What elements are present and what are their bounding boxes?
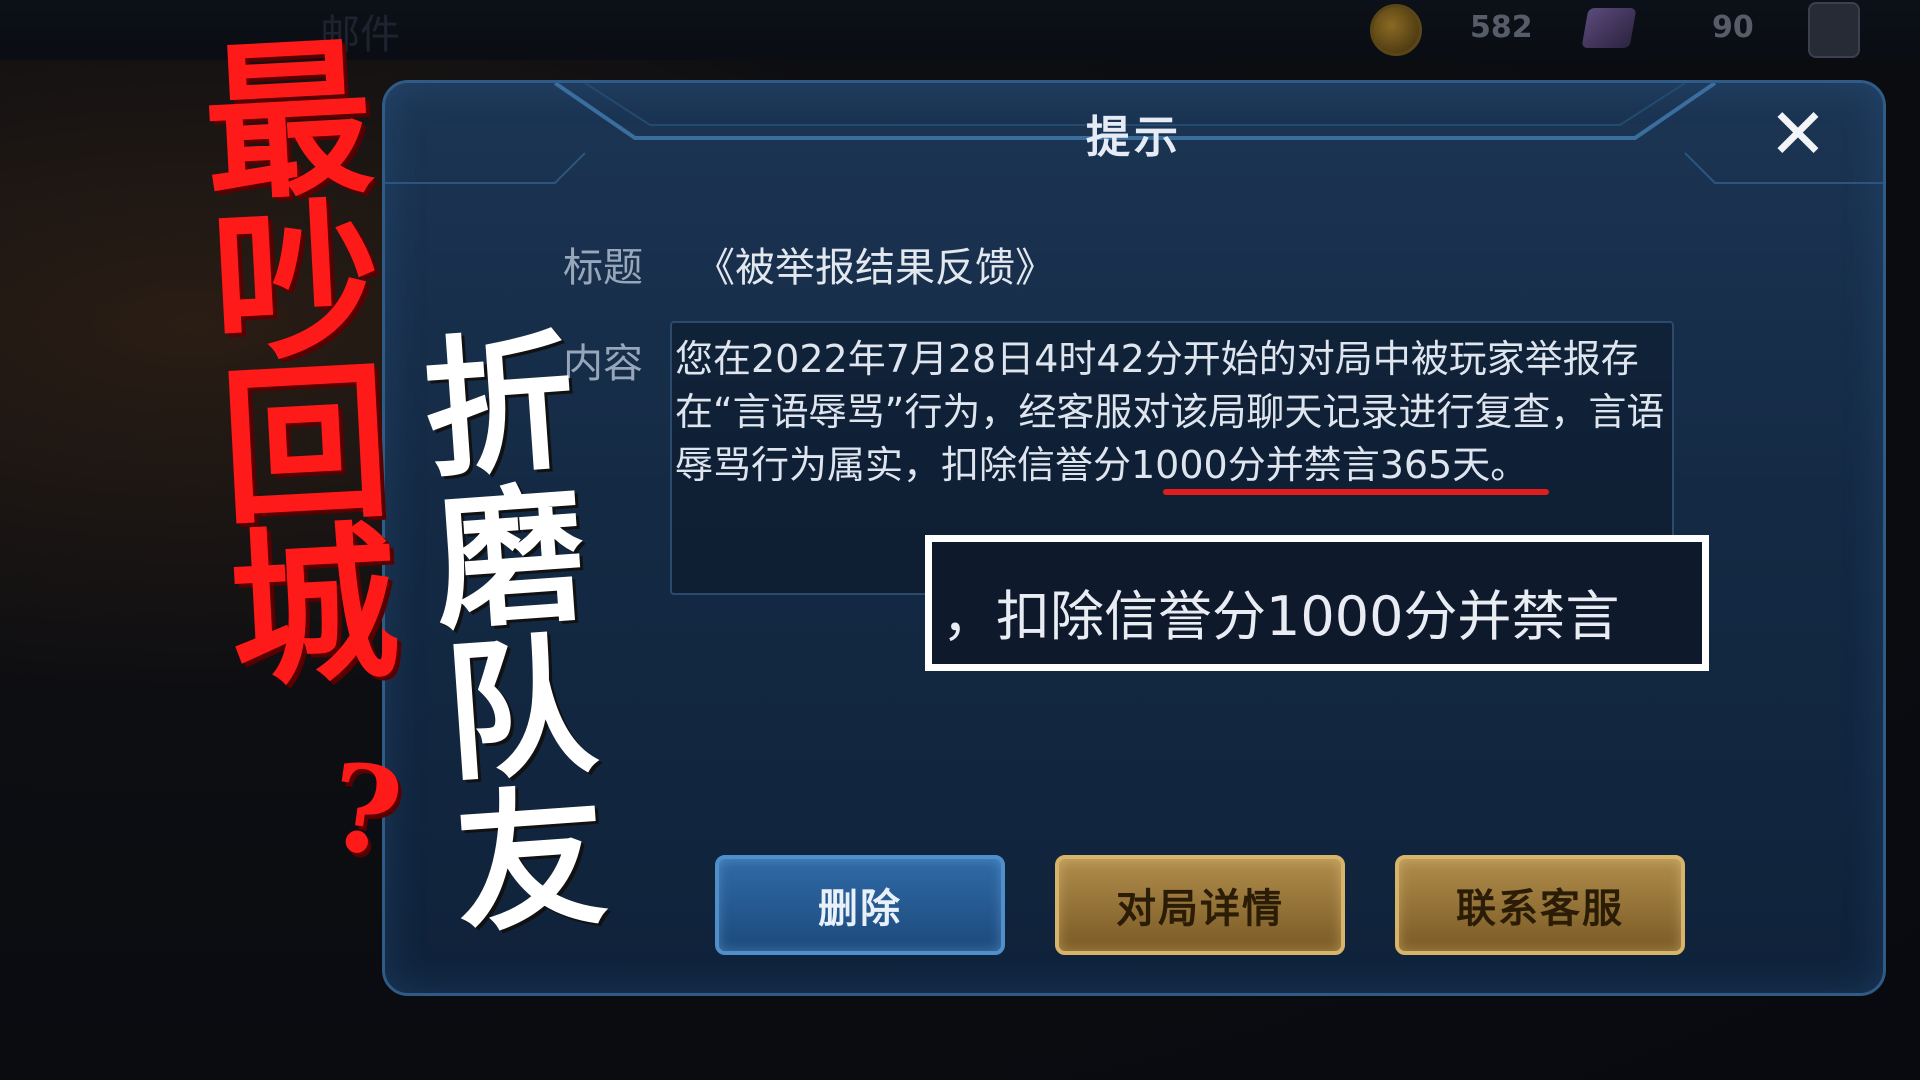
gem-count: 90 <box>1712 10 1754 45</box>
close-button[interactable]: ✕ <box>1763 99 1833 169</box>
dialog-header: 提示 ✕ <box>385 83 1883 184</box>
subject-value: 《被举报结果反馈》 <box>695 245 1055 291</box>
delete-button[interactable]: 删除 <box>715 855 1005 955</box>
coin-count: 582 <box>1470 10 1533 45</box>
card-icon[interactable] <box>1808 2 1860 58</box>
gem-icon <box>1581 8 1637 48</box>
red-underline-annotation <box>1163 489 1549 495</box>
zoom-highlight-box: ，扣除信誉分1000分并禁言 <box>925 535 1709 671</box>
match-details-button[interactable]: 对局详情 <box>1055 855 1345 955</box>
contact-service-button[interactable]: 联系客服 <box>1395 855 1685 955</box>
dialog-title: 提示 <box>1086 112 1182 163</box>
content-text: 您在2022年7月28日4时42分开始的对局中被玩家举报存在“言语辱骂”行为，经… <box>675 337 1665 487</box>
overlay-red-caption: 最吵回城 <box>199 18 403 710</box>
zoom-highlight-text: ，扣除信誉分1000分并禁言 <box>942 585 1620 648</box>
coin-icon <box>1370 4 1422 56</box>
subject-label: 标题 <box>563 245 643 291</box>
